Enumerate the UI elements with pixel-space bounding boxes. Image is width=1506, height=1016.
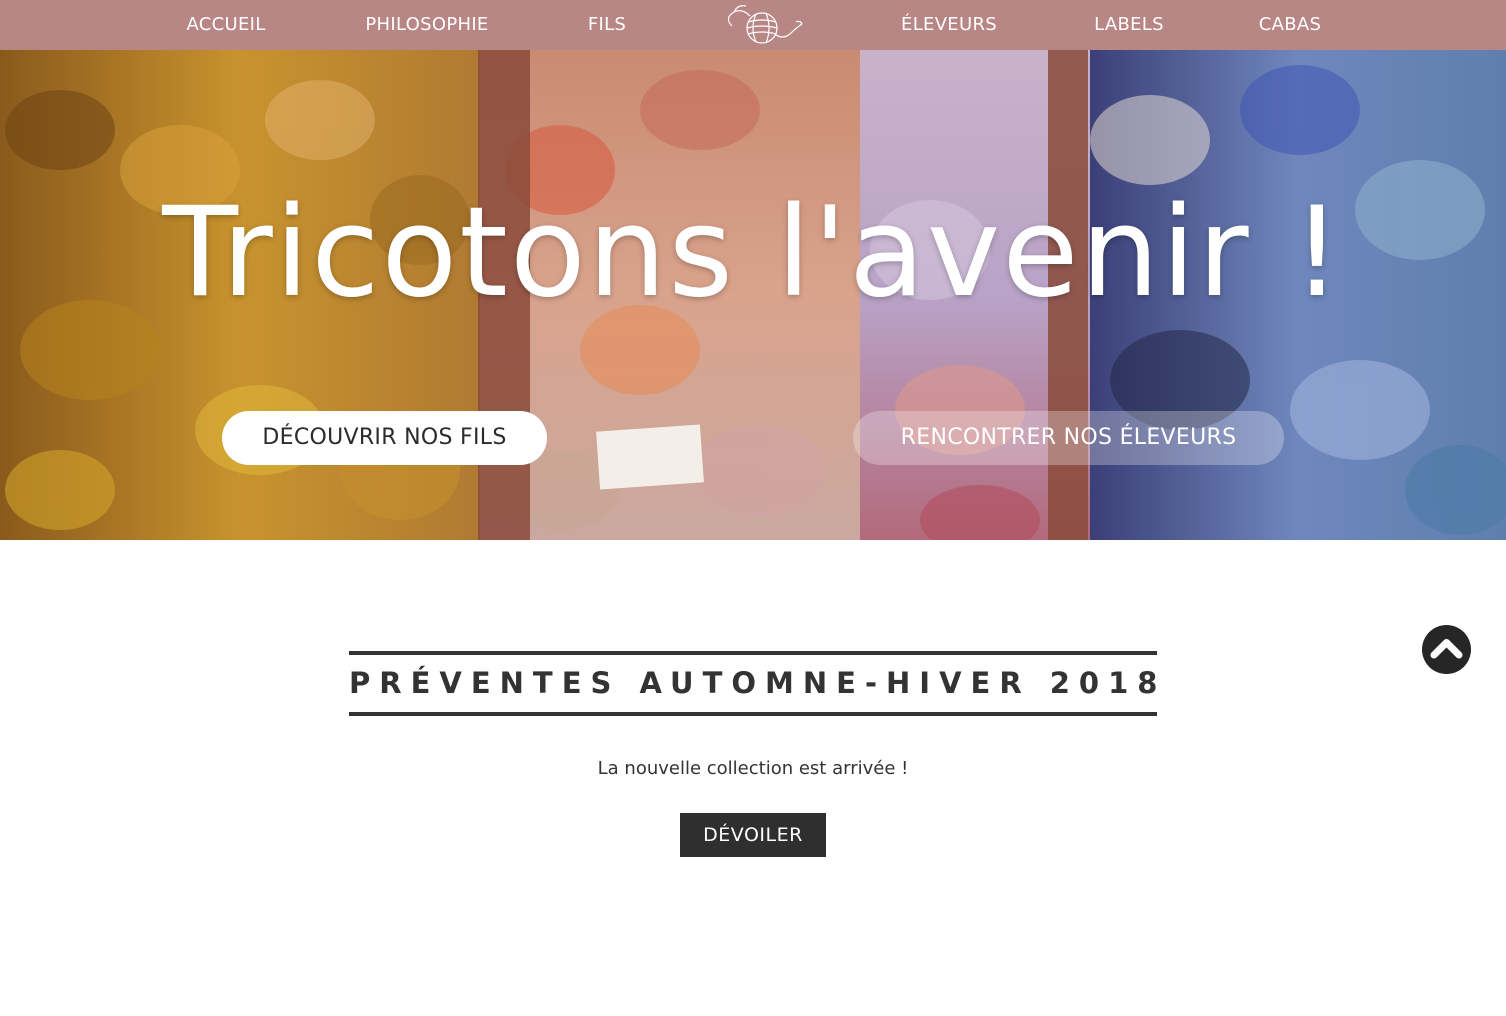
nav-item-fils[interactable]: FILS (588, 0, 626, 50)
meet-breeders-button[interactable]: RENCONTRER NOS ÉLEVEURS (853, 411, 1284, 465)
yarn-ball-logo-icon[interactable] (720, 0, 806, 50)
nav-item-accueil[interactable]: ACCUEIL (186, 0, 265, 50)
presale-subtitle: La nouvelle collection est arrivée ! (597, 758, 909, 779)
nav-item-philosophie[interactable]: PHILOSOPHIE (365, 0, 488, 50)
scroll-to-top-button[interactable] (1422, 625, 1471, 674)
nav-item-labels[interactable]: LABELS (1094, 0, 1164, 50)
chevron-up-icon (1430, 639, 1463, 659)
nav-item-cabas[interactable]: CABAS (1259, 0, 1321, 50)
hero-title: Tricotons l'avenir ! (162, 181, 1344, 325)
hero-banner: Tricotons l'avenir ! DÉCOUVRIR NOS FILS … (0, 50, 1506, 540)
nav-item-eleveurs[interactable]: ÉLEVEURS (901, 0, 997, 50)
discover-yarns-button[interactable]: DÉCOUVRIR NOS FILS (222, 411, 547, 465)
top-navigation: ACCUEIL PHILOSOPHIE FILS ÉLEVEURS LABELS… (0, 0, 1506, 50)
presale-section-title: PRÉVENTES AUTOMNE-HIVER 2018 (349, 651, 1157, 716)
reveal-button[interactable]: DÉVOILER (680, 813, 826, 857)
